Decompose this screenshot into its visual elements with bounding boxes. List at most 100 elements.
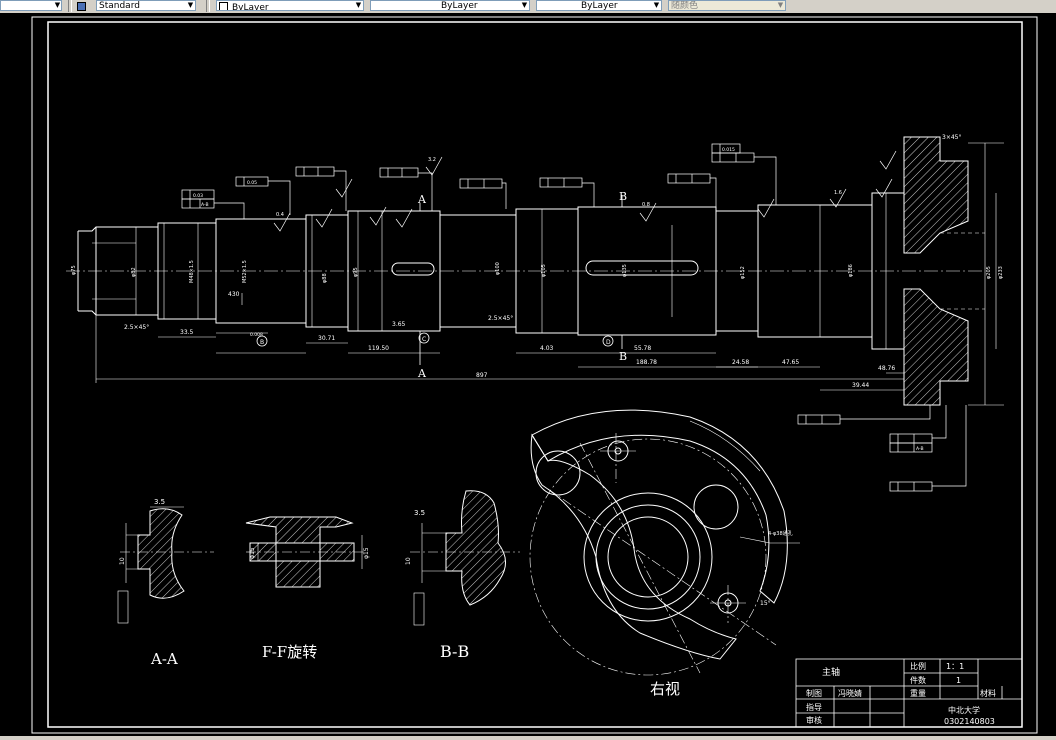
dim-dia-3: φ88 xyxy=(322,273,328,283)
bb-width-dim: 10 xyxy=(405,557,412,565)
qty-label: 件数 xyxy=(910,675,926,685)
school-name: 中北大学 xyxy=(948,705,980,715)
weight-label: 重量 xyxy=(910,688,926,698)
dim-chamfer-2: 2.5×45° xyxy=(488,315,513,322)
dim-len-3: 30.71 xyxy=(318,335,335,342)
part-name: 主轴 xyxy=(822,666,840,678)
dim-thread-2: M52×1.5 xyxy=(242,260,248,283)
aa-depth-dim: 3.5 xyxy=(154,498,165,506)
view-label-ff: F-F旋转 xyxy=(262,643,317,661)
chevron-down-icon[interactable]: ▼ xyxy=(652,1,661,10)
dim-overall-length: 897 xyxy=(476,372,488,379)
tol-4: 0.008 xyxy=(250,332,263,338)
datum-2: A-B xyxy=(916,446,924,452)
linetype-value: ByLayer xyxy=(441,1,478,11)
plot-style-value: 随颜色 xyxy=(671,1,699,11)
color-swatch-icon xyxy=(219,2,228,10)
section-bb-cut-label-2: B xyxy=(619,350,627,363)
dim-dia-9: φ186 xyxy=(848,264,854,277)
roughness-4: 3.2 xyxy=(428,157,436,163)
roughness-3: 1.6 xyxy=(834,190,842,196)
layer-dropdown[interactable]: ByLayer xyxy=(216,0,364,11)
text-style-dropdown[interactable]: Standard xyxy=(96,0,196,11)
right-view xyxy=(529,409,800,676)
dim-dia-2: φ82 xyxy=(131,267,137,277)
dim-dia-10: φ205 xyxy=(986,266,992,279)
dim-len-4: 119.50 xyxy=(368,345,389,352)
tolerance-frames xyxy=(181,143,967,492)
drawn-by: 冯晓婧 xyxy=(838,688,862,698)
text-style-icon xyxy=(77,2,86,11)
tol-3: 0.015 xyxy=(722,147,735,153)
section-bb-view xyxy=(410,490,520,626)
dim-dia-7: φ135 xyxy=(622,264,628,277)
dim-len-2: 430 xyxy=(228,291,240,298)
detail-b-label: B xyxy=(260,339,264,346)
right-holes-dim: 4-φ38通孔 xyxy=(768,530,793,537)
dim-len-7: 55.78 xyxy=(634,345,651,352)
ff-dia-dim-2: φ15 xyxy=(363,547,370,559)
chevron-down-icon[interactable]: ▼ xyxy=(186,1,195,10)
drawing-text: A A B B B C D 897 33.5 430 30.71 119.50 … xyxy=(71,134,1004,452)
view-label-aa: A-A xyxy=(150,650,178,668)
dim-dia-6: φ105 xyxy=(541,264,547,277)
dim-len-5: 3.65 xyxy=(392,321,406,328)
scale-value: 1：1 xyxy=(946,662,964,671)
toolbar-separator xyxy=(68,0,72,12)
linetype-dropdown[interactable]: ByLayer xyxy=(370,0,530,11)
lineweight-dropdown[interactable]: ByLayer xyxy=(536,0,662,11)
status-bar xyxy=(0,736,1056,740)
layer-value: ByLayer xyxy=(232,3,269,11)
drawing-canvas[interactable]: A A B B B C D 897 33.5 430 30.71 119.50 … xyxy=(0,13,1056,736)
view-label-bb: B-B xyxy=(440,642,469,661)
roughness-2: 0.8 xyxy=(642,202,650,208)
properties-toolbar: ▼ Standard ▼ ByLayer ▼ ByLayer ▼ ByLayer… xyxy=(0,0,1056,14)
dim-dia-4: φ95 xyxy=(353,267,359,277)
dim-len-9: 24.58 xyxy=(732,359,749,366)
tol-1: 0.03 xyxy=(193,193,203,199)
title-block-text: 主轴 比例 1：1 件数 1 重量 材料 制图 冯晓婧 指导 审核 中北大学 0… xyxy=(806,661,996,726)
chevron-down-icon[interactable]: ▼ xyxy=(354,1,363,10)
dim-len-1: 33.5 xyxy=(180,329,194,336)
section-ff-view xyxy=(245,516,366,588)
section-aa-cut-label: A xyxy=(417,193,427,206)
dim-dia-1: φ75 xyxy=(71,265,77,275)
chevron-down-icon[interactable]: ▼ xyxy=(776,1,785,10)
sheet-inner-border xyxy=(47,21,1023,728)
dim-len-8: 188.78 xyxy=(636,359,657,366)
dim-dia-5: φ100 xyxy=(495,262,501,275)
dim-len-10: 47.65 xyxy=(782,359,799,366)
qty-value: 1 xyxy=(956,676,961,685)
cad-drawing: A A B B B C D 897 33.5 430 30.71 119.50 … xyxy=(31,16,1038,734)
roughness-1: 0.4 xyxy=(276,212,284,218)
view-label-right: 右视 xyxy=(650,680,680,698)
dim-thread-1: M48×1.5 xyxy=(189,260,195,283)
text-style-value: Standard xyxy=(99,1,140,11)
review-label: 审核 xyxy=(806,715,822,725)
toolbar-separator xyxy=(206,0,210,12)
dim-chamfer-1: 2.5×45° xyxy=(124,324,149,331)
material-label: 材料 xyxy=(980,688,996,698)
dim-len-12: 48.76 xyxy=(878,365,895,372)
lineweight-value: ByLayer xyxy=(581,1,618,11)
dim-dia-8: φ152 xyxy=(740,266,746,279)
section-aa-view xyxy=(117,506,214,624)
guide-label: 指导 xyxy=(806,702,822,712)
ff-dia-dim: φ15 xyxy=(249,547,256,559)
datum-1: A-B xyxy=(201,202,209,208)
section-aa-cut-label-2: A xyxy=(417,367,427,380)
section-bb-cut-label: B xyxy=(619,190,627,203)
aa-width-dim: 10 xyxy=(119,557,126,565)
chevron-down-icon[interactable]: ▼ xyxy=(520,1,529,10)
drawn-label: 制图 xyxy=(806,688,822,698)
dim-chamfer-3: 3×45° xyxy=(942,134,961,141)
chevron-down-icon[interactable]: ▼ xyxy=(53,1,62,10)
dim-len-11: 39.44 xyxy=(852,382,869,389)
plot-style-dropdown[interactable]: 随颜色 xyxy=(668,0,786,11)
student-id: 0302140803 xyxy=(944,717,995,726)
detail-c-label: C xyxy=(422,336,426,343)
shaft-dimensions xyxy=(95,142,1004,406)
bb-depth-dim: 3.5 xyxy=(414,509,425,517)
detail-d-label: D xyxy=(606,339,611,346)
right-angle-dim: 15° xyxy=(760,600,771,607)
